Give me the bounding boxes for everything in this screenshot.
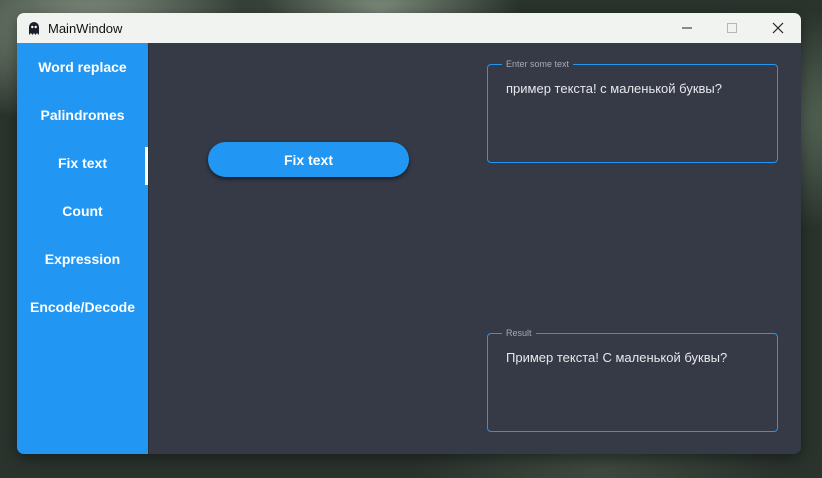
- sidebar-item-count[interactable]: Count: [17, 187, 148, 235]
- input-field-legend: Enter some text: [502, 58, 574, 70]
- sidebar-divider: [148, 43, 149, 454]
- sidebar-item-expression[interactable]: Expression: [17, 235, 148, 283]
- ghost-icon: [26, 20, 42, 36]
- result-field-value: Пример текста! С маленькой буквы?: [506, 350, 728, 365]
- maximize-icon: [727, 23, 737, 33]
- window-title: MainWindow: [48, 20, 123, 36]
- close-icon: [772, 22, 784, 34]
- result-field-legend: Result: [502, 327, 536, 339]
- maximize-button[interactable]: [709, 13, 755, 43]
- input-text-field[interactable]: Enter some text пример текста! с маленьк…: [487, 58, 778, 163]
- result-text-field[interactable]: Result Пример текста! С маленькой буквы?: [487, 327, 778, 432]
- sidebar-item-palindromes[interactable]: Palindromes: [17, 91, 148, 139]
- close-button[interactable]: [755, 13, 801, 43]
- minimize-icon: [682, 27, 692, 29]
- main-window: MainWindow Word replace Palindromes Fix …: [17, 13, 801, 454]
- fix-text-button[interactable]: Fix text: [208, 142, 409, 177]
- sidebar-item-encode-decode[interactable]: Encode/Decode: [17, 283, 148, 331]
- sidebar: Word replace Palindromes Fix text Count …: [17, 43, 148, 454]
- sidebar-item-fix-text[interactable]: Fix text: [17, 139, 148, 187]
- title-bar[interactable]: MainWindow: [17, 13, 801, 43]
- sidebar-item-word-replace[interactable]: Word replace: [17, 43, 148, 91]
- input-field-value: пример текста! с маленькой буквы?: [506, 81, 722, 96]
- minimize-button[interactable]: [664, 13, 710, 43]
